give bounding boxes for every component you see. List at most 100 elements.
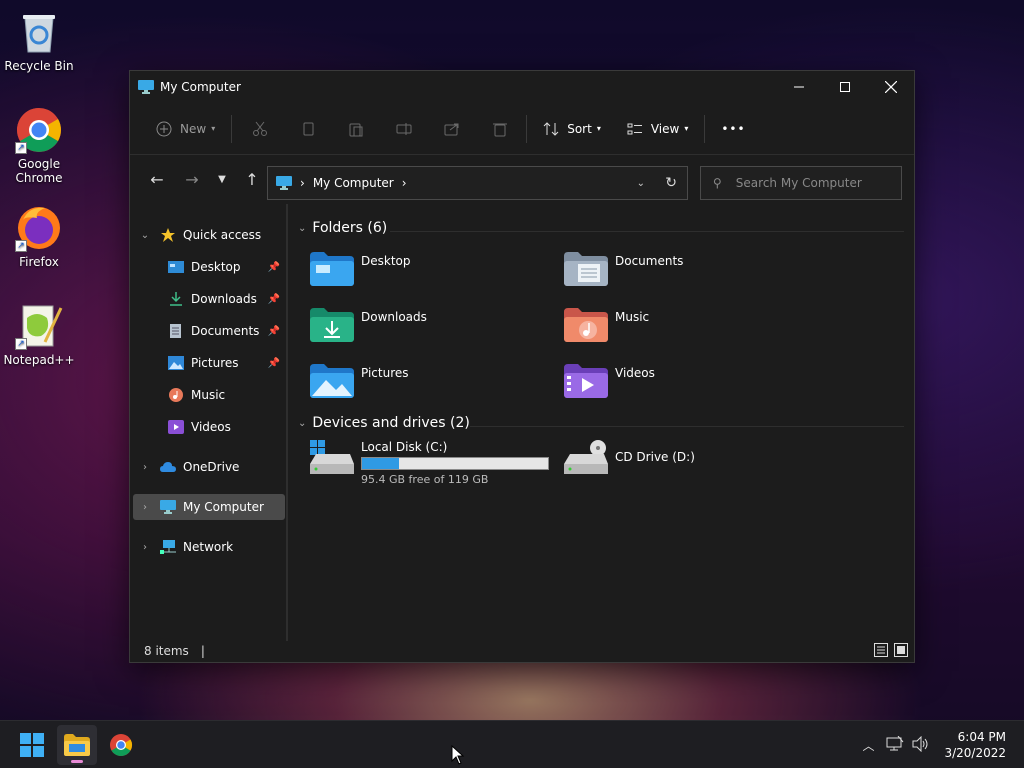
desktop-icon-label: Notepad++ bbox=[3, 353, 75, 367]
taskbar-file-explorer[interactable] bbox=[57, 725, 97, 765]
folder-label: Music bbox=[615, 310, 650, 324]
address-bar[interactable]: › My Computer › ⌄ ↻ bbox=[267, 166, 688, 200]
desktop-icon-recycle-bin[interactable]: Recycle Bin bbox=[1, 8, 77, 73]
sidebar-item-label: OneDrive bbox=[183, 460, 240, 474]
drive-usage-bar bbox=[361, 457, 549, 470]
refresh-button[interactable]: ↻ bbox=[665, 175, 677, 191]
details-view-button[interactable] bbox=[874, 642, 888, 660]
group-header-label: Folders (6) bbox=[312, 220, 388, 236]
title-bar[interactable]: My Computer bbox=[130, 71, 914, 103]
recent-locations-button[interactable]: ▼ bbox=[207, 164, 237, 194]
breadcrumb-my-computer[interactable]: My Computer bbox=[313, 176, 394, 190]
paste-button[interactable] bbox=[338, 113, 374, 145]
new-button[interactable]: New ▾ bbox=[150, 113, 221, 145]
sidebar-item-documents[interactable]: Documents 📌 bbox=[168, 318, 286, 344]
sidebar-item-label: Pictures bbox=[191, 356, 239, 370]
drive-tile-local-disk-c[interactable]: Local Disk (C:) 95.4 GB free of 119 GB bbox=[310, 440, 549, 486]
documents-folder-icon bbox=[564, 252, 608, 286]
sidebar-item-music[interactable]: Music bbox=[168, 382, 286, 408]
chevron-down-icon[interactable]: ⌄ bbox=[138, 230, 152, 241]
folder-tile-desktop[interactable]: Desktop bbox=[310, 252, 411, 286]
folder-tile-videos[interactable]: Videos bbox=[564, 364, 655, 398]
tiles-view-button[interactable] bbox=[894, 642, 908, 660]
chevron-down-icon: ▾ bbox=[211, 124, 216, 133]
copy-button[interactable] bbox=[290, 113, 326, 145]
chevron-right-icon[interactable]: › bbox=[138, 462, 152, 473]
file-explorer-window: My Computer New ▾ Sort ▾ View ▾ ••• ← → … bbox=[129, 70, 915, 663]
start-button[interactable] bbox=[12, 725, 52, 765]
chevron-down-icon: ▾ bbox=[684, 124, 689, 133]
address-history-button[interactable]: ⌄ bbox=[637, 178, 645, 189]
share-icon bbox=[444, 123, 459, 135]
clock[interactable]: 6:04 PM 3/20/2022 bbox=[934, 729, 1024, 761]
delete-button[interactable] bbox=[482, 113, 518, 145]
view-button[interactable]: View ▾ bbox=[621, 113, 695, 145]
show-hidden-icons-button[interactable]: ︿ bbox=[862, 737, 874, 754]
folder-label: Pictures bbox=[361, 366, 409, 380]
computer-icon bbox=[276, 176, 292, 190]
up-button[interactable]: ↑ bbox=[237, 164, 267, 194]
pin-icon[interactable]: 📌 bbox=[268, 294, 280, 305]
breadcrumb-separator[interactable]: › bbox=[402, 176, 407, 190]
sidebar-item-onedrive[interactable]: › OneDrive bbox=[138, 454, 286, 480]
group-header-devices-drives[interactable]: ⌄ Devices and drives (2) bbox=[298, 415, 470, 431]
trash-icon bbox=[493, 123, 508, 136]
sidebar-item-downloads[interactable]: Downloads 📌 bbox=[168, 286, 286, 312]
sidebar-item-my-computer[interactable]: › My Computer bbox=[133, 494, 285, 520]
network-status-icon[interactable] bbox=[886, 735, 904, 755]
rename-button[interactable] bbox=[386, 113, 422, 145]
taskbar-chrome[interactable] bbox=[101, 725, 141, 765]
cloud-icon bbox=[160, 460, 176, 474]
folder-tile-downloads[interactable]: Downloads bbox=[310, 308, 427, 342]
share-button[interactable] bbox=[434, 113, 470, 145]
windows-logo-icon bbox=[20, 733, 44, 757]
sidebar-item-network[interactable]: › Network bbox=[138, 534, 286, 560]
mouse-cursor bbox=[451, 744, 465, 768]
more-options-button[interactable]: ••• bbox=[715, 113, 751, 145]
cut-button[interactable] bbox=[242, 113, 278, 145]
network-icon bbox=[160, 540, 176, 554]
folder-tile-music[interactable]: Music bbox=[564, 308, 649, 342]
taskbar: ︿ 6:04 PM 3/20/2022 bbox=[0, 720, 1024, 768]
folder-tile-documents[interactable]: Documents bbox=[564, 252, 683, 286]
breadcrumb-separator[interactable]: › bbox=[300, 176, 305, 190]
sidebar-item-quick-access[interactable]: ⌄ Quick access bbox=[138, 222, 286, 248]
minimize-button[interactable] bbox=[776, 71, 822, 103]
content-pane: ⌄ Folders (6) Desktop Documents Download… bbox=[290, 204, 914, 641]
sidebar-item-desktop[interactable]: Desktop 📌 bbox=[168, 254, 286, 280]
download-icon bbox=[168, 292, 184, 306]
desktop-icon-notepad-plus-plus[interactable]: ↗ Notepad++ bbox=[1, 302, 77, 367]
close-button[interactable] bbox=[868, 71, 914, 103]
pin-icon[interactable]: 📌 bbox=[268, 326, 280, 337]
volume-icon[interactable] bbox=[912, 735, 930, 755]
tiles-view-icon bbox=[894, 642, 908, 657]
cd-drive-icon bbox=[564, 440, 608, 474]
view-button-label: View bbox=[650, 121, 680, 136]
notepad-plus-plus-icon: ↗ bbox=[15, 302, 63, 350]
sidebar-item-videos[interactable]: Videos bbox=[168, 414, 286, 440]
desktop-icon-label: Google Chrome bbox=[15, 157, 63, 185]
forward-button[interactable]: → bbox=[177, 164, 207, 194]
back-button[interactable]: ← bbox=[142, 164, 172, 194]
pin-icon[interactable]: 📌 bbox=[268, 358, 280, 369]
chevron-right-icon[interactable]: › bbox=[138, 542, 152, 553]
chrome-icon bbox=[110, 734, 132, 756]
chevron-right-icon[interactable]: › bbox=[138, 502, 152, 513]
desktop-icon-google-chrome[interactable]: ↗ Google Chrome bbox=[1, 106, 77, 185]
folder-tile-pictures[interactable]: Pictures bbox=[310, 364, 409, 398]
sort-button[interactable]: Sort ▾ bbox=[537, 113, 607, 145]
search-placeholder: Search My Computer bbox=[735, 176, 862, 190]
drive-tile-cd-drive-d[interactable]: CD Drive (D:) bbox=[564, 440, 695, 474]
search-box[interactable]: ⚲ Search My Computer bbox=[700, 166, 902, 200]
computer-icon bbox=[160, 500, 176, 514]
maximize-button[interactable] bbox=[822, 71, 868, 103]
toolbar-separator bbox=[526, 114, 528, 143]
video-icon bbox=[168, 420, 184, 434]
toolbar-separator bbox=[704, 114, 706, 143]
drive-free-space: 95.4 GB free of 119 GB bbox=[361, 473, 489, 486]
group-header-folders[interactable]: ⌄ Folders (6) bbox=[298, 220, 387, 236]
sidebar-item-pictures[interactable]: Pictures 📌 bbox=[168, 350, 286, 376]
sidebar-item-label: Documents bbox=[191, 324, 260, 338]
desktop-icon-firefox[interactable]: ↗ Firefox bbox=[1, 204, 77, 269]
pin-icon[interactable]: 📌 bbox=[268, 262, 280, 273]
